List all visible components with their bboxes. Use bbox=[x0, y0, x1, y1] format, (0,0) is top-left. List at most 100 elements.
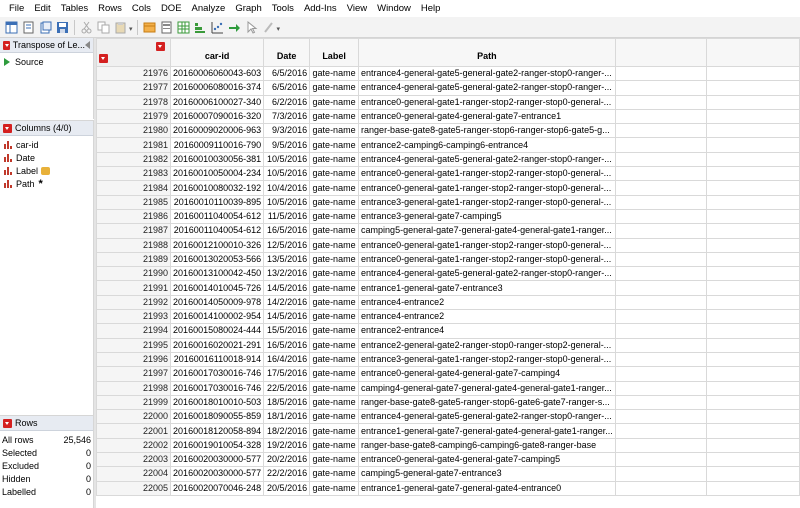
cell-car-id[interactable]: 20160016110018-914 bbox=[170, 351, 265, 368]
cell-path[interactable]: entrance3-general-gate1-ranger-stop2-ran… bbox=[358, 351, 616, 368]
row-number[interactable]: 22002 bbox=[96, 437, 172, 454]
empty-cell[interactable] bbox=[705, 366, 800, 382]
menu-item-window[interactable]: Window bbox=[372, 0, 416, 17]
collapse-icon[interactable] bbox=[85, 41, 90, 49]
cell-date[interactable]: 10/5/2016 bbox=[263, 151, 311, 168]
empty-cell[interactable] bbox=[614, 137, 707, 153]
table-row[interactable]: 21986 20160011040054-612 11/5/2016 gate-nam… bbox=[96, 208, 800, 225]
table-row[interactable]: 21995 20160016020021-291 16/5/2016 gate-nam… bbox=[96, 337, 800, 353]
row-number[interactable]: 21978 bbox=[96, 94, 172, 110]
cell-path[interactable]: entrance0-general-gate1-ranger-stop2-ran… bbox=[358, 166, 616, 182]
cell-date[interactable]: 18/2/2016 bbox=[263, 423, 311, 439]
empty-cell[interactable] bbox=[705, 337, 800, 353]
cell-path[interactable]: camping4-general-gate7-general-gate4-gen… bbox=[358, 380, 616, 396]
row-number[interactable]: 22005 bbox=[96, 480, 172, 496]
cell-label[interactable]: gate-name bbox=[309, 466, 360, 482]
cell-date[interactable]: 10/4/2016 bbox=[263, 180, 311, 196]
column-list-item[interactable]: car-id bbox=[0, 138, 93, 151]
empty-cell[interactable] bbox=[614, 394, 707, 411]
empty-cell[interactable] bbox=[705, 409, 800, 425]
empty-cell[interactable] bbox=[614, 294, 707, 311]
cell-label[interactable]: gate-name bbox=[309, 280, 360, 296]
cell-car-id[interactable]: 20160018120058-894 bbox=[170, 423, 265, 439]
row-number[interactable]: 21977 bbox=[96, 80, 172, 96]
column-list-item[interactable]: Date bbox=[0, 151, 93, 164]
menu-item-add-ins[interactable]: Add-Ins bbox=[299, 0, 342, 17]
row-number[interactable]: 21983 bbox=[96, 166, 172, 182]
red-triangle-menu-icon[interactable] bbox=[3, 40, 10, 50]
cell-date[interactable]: 22/2/2016 bbox=[263, 466, 311, 482]
cell-path[interactable]: entrance0-general-gate4-general-gate7-ca… bbox=[358, 452, 616, 468]
empty-cell[interactable] bbox=[614, 466, 707, 482]
red-triangle-menu-icon[interactable] bbox=[3, 123, 12, 133]
cell-path[interactable]: entrance4-entrance2 bbox=[358, 309, 616, 325]
row-number[interactable]: 21993 bbox=[96, 309, 172, 325]
table-row[interactable]: 22004 20160020030000-577 22/2/2016 gate-nam… bbox=[96, 466, 800, 482]
run-script-icon[interactable] bbox=[227, 20, 242, 35]
red-triangle-menu-icon[interactable] bbox=[99, 54, 108, 63]
table-row[interactable]: 21991 20160014010045-726 14/5/2016 gate-nam… bbox=[96, 280, 800, 296]
cell-path[interactable]: entrance0-general-gate4-general-gate7-en… bbox=[358, 108, 616, 125]
empty-cell[interactable] bbox=[705, 394, 800, 411]
cell-path[interactable]: entrance0-general-gate1-ranger-stop2-ran… bbox=[358, 94, 616, 110]
empty-cell[interactable] bbox=[705, 80, 800, 96]
table-row[interactable]: 21978 20160006100027-340 6/2/2016 gate-name… bbox=[96, 94, 800, 110]
cell-path[interactable]: entrance4-general-gate5-general-gate2-ra… bbox=[358, 151, 616, 168]
empty-cell[interactable] bbox=[705, 323, 800, 339]
cell-date[interactable]: 16/5/2016 bbox=[263, 223, 311, 239]
cell-label[interactable]: gate-name bbox=[309, 123, 360, 139]
new-script-icon[interactable] bbox=[21, 20, 36, 35]
empty-cell[interactable] bbox=[614, 337, 707, 353]
empty-cell[interactable] bbox=[705, 437, 800, 454]
empty-cell[interactable] bbox=[614, 237, 707, 253]
table-row[interactable]: 21982 20160010030056-381 10/5/2016 gate-nam… bbox=[96, 151, 800, 168]
data-table-icon[interactable] bbox=[142, 20, 157, 35]
empty-cell[interactable] bbox=[705, 280, 800, 296]
menu-item-graph[interactable]: Graph bbox=[230, 0, 266, 17]
cell-label[interactable]: gate-name bbox=[309, 137, 360, 153]
source-script[interactable]: Source bbox=[0, 55, 93, 68]
empty-cell[interactable] bbox=[705, 251, 800, 268]
table-row[interactable]: 21999 20160018010010-503 18/5/2016 gate-nam… bbox=[96, 394, 800, 411]
cell-car-id[interactable]: 20160007090016-320 bbox=[170, 108, 265, 125]
column-header-path[interactable]: Path bbox=[358, 38, 616, 67]
empty-cell[interactable] bbox=[614, 366, 707, 382]
table-row[interactable]: 21998 20160017030016-746 22/5/2016 gate-nam… bbox=[96, 380, 800, 396]
cell-label[interactable]: gate-name bbox=[309, 94, 360, 110]
cell-path[interactable]: camping5-general-gate7-entrance3 bbox=[358, 466, 616, 482]
cell-label[interactable]: gate-name bbox=[309, 80, 360, 96]
empty-cell[interactable] bbox=[705, 194, 800, 210]
cell-date[interactable]: 9/3/2016 bbox=[263, 123, 311, 139]
cell-car-id[interactable]: 20160013100042-450 bbox=[170, 266, 265, 282]
cell-label[interactable]: gate-name bbox=[309, 208, 360, 225]
cell-label[interactable]: gate-name bbox=[309, 180, 360, 196]
cell-path[interactable]: entrance2-general-gate2-ranger-stop0-ran… bbox=[358, 337, 616, 353]
cell-label[interactable]: gate-name bbox=[309, 166, 360, 182]
cell-car-id[interactable]: 20160020030000-577 bbox=[170, 452, 265, 468]
empty-cell[interactable] bbox=[705, 223, 800, 239]
empty-cell[interactable] bbox=[614, 180, 707, 196]
cell-date[interactable]: 14/5/2016 bbox=[263, 280, 311, 296]
empty-cell[interactable] bbox=[614, 280, 707, 296]
cell-date[interactable]: 12/5/2016 bbox=[263, 237, 311, 253]
empty-cell[interactable] bbox=[705, 208, 800, 225]
cell-path[interactable]: entrance0-general-gate1-ranger-stop2-ran… bbox=[358, 180, 616, 196]
cell-car-id[interactable]: 20160010050004-234 bbox=[170, 166, 265, 182]
cell-path[interactable]: entrance4-general-gate5-general-gate2-ra… bbox=[358, 80, 616, 96]
table-row[interactable]: 21989 20160013020053-566 13/5/2016 gate-nam… bbox=[96, 251, 800, 268]
table-row[interactable]: 22005 20160020070046-248 20/5/2016 gate-nam… bbox=[96, 480, 800, 496]
cell-label[interactable]: gate-name bbox=[309, 351, 360, 368]
empty-cell[interactable] bbox=[705, 166, 800, 182]
table-row[interactable]: 21993 20160014100002-954 14/5/2016 gate-nam… bbox=[96, 309, 800, 325]
table-row[interactable]: 22000 20160018090055-859 18/1/2016 gate-nam… bbox=[96, 409, 800, 425]
cell-label[interactable]: gate-name bbox=[309, 251, 360, 268]
copy-icon[interactable] bbox=[96, 20, 111, 35]
empty-cell[interactable] bbox=[614, 423, 707, 439]
column-header-label[interactable]: Label bbox=[309, 38, 360, 67]
empty-cell[interactable] bbox=[614, 194, 707, 210]
empty-cell[interactable] bbox=[614, 380, 707, 396]
empty-cell[interactable] bbox=[614, 80, 707, 96]
empty-cell[interactable] bbox=[705, 137, 800, 153]
empty-cell[interactable] bbox=[705, 151, 800, 168]
row-number[interactable]: 21998 bbox=[96, 380, 172, 396]
